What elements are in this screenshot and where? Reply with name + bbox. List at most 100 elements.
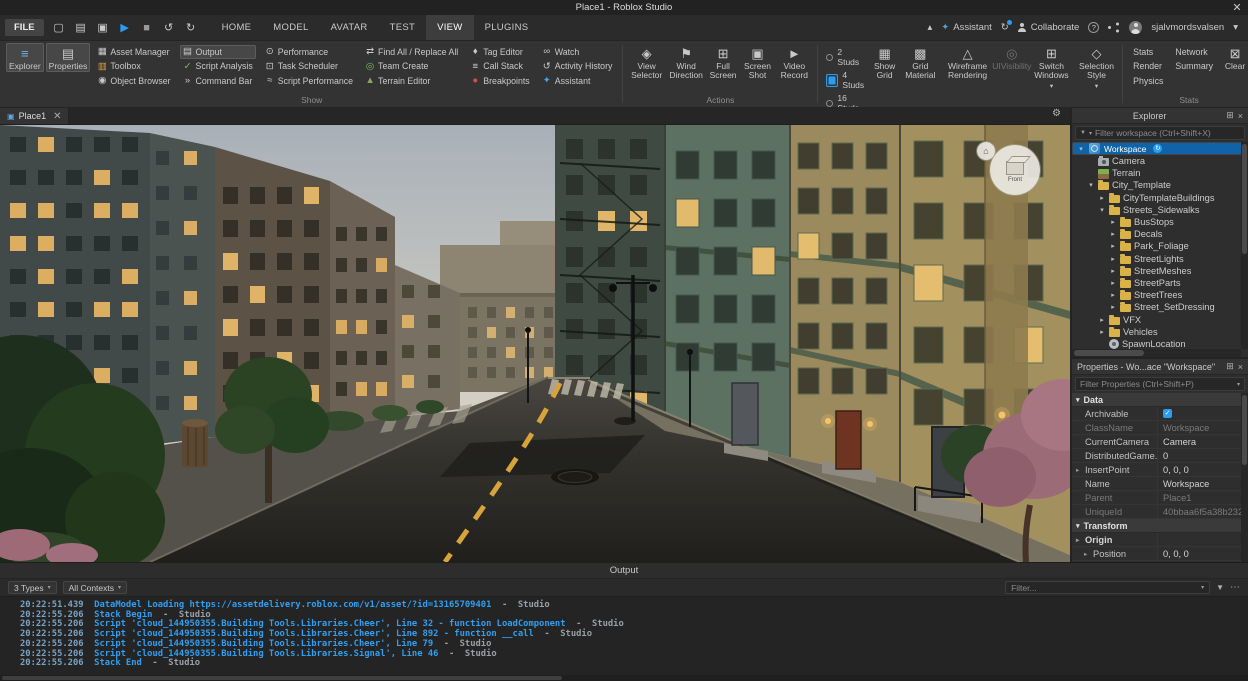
ribbon-button-summary[interactable]: Summary [1172,60,1216,74]
share-icon[interactable] [1108,23,1120,33]
expander-closed-icon[interactable]: ▸ [1109,218,1117,226]
property-row-uniqueid[interactable]: UniqueId40bbaa6f5a38b2320... [1072,505,1248,519]
types-filter-dropdown[interactable]: 3 Types ▾ [8,581,57,594]
radio-4-studs[interactable]: 4 Studs [826,70,864,90]
radio-2-studs[interactable]: 2 Studs [826,47,864,67]
ribbon-button-command-bar[interactable]: »Command Bar [180,74,256,88]
contexts-filter-dropdown[interactable]: All Contexts ▾ [63,581,127,594]
ribbon-button-wireframe-rendering[interactable]: △Wireframe Rendering [941,43,995,82]
expander-closed-icon[interactable]: ▸ [1109,242,1117,250]
menu-tab-model[interactable]: MODEL [262,15,319,40]
output-log[interactable]: 20:22:51.439 DataModel Loading https://a… [0,597,1248,681]
properties-filter[interactable]: ▾ [1075,377,1245,391]
tree-item-camera[interactable]: Camera [1072,155,1248,167]
properties-close-icon[interactable]: × [1238,362,1243,372]
collaborate-button[interactable]: Collaborate [1018,22,1080,33]
tree-item-streetparts[interactable]: ▸StreetParts [1072,277,1248,289]
save-icon[interactable]: ▣ [93,21,113,34]
tree-item-vehicles[interactable]: ▸Vehicles [1072,326,1248,338]
ribbon-button-breakpoints[interactable]: ●Breakpoints [467,74,532,88]
file-menu-button[interactable]: FILE [5,19,44,36]
explorer-popout-icon[interactable]: ⊞ [1226,110,1234,121]
menu-tab-plugins[interactable]: PLUGINS [474,15,540,40]
menu-tab-home[interactable]: HOME [211,15,263,40]
output-funnel-icon[interactable]: ▼ [1216,583,1224,592]
tree-item-street-setdressing[interactable]: ▸Street_SetDressing [1072,301,1248,313]
ribbon-button-script-performance[interactable]: ≈Script Performance [262,74,356,88]
viewport-3d-scene[interactable]: ⌂ Front [0,125,1070,562]
tab-close-icon[interactable]: ✕ [53,111,61,122]
sync-status-button[interactable]: ↻ [1001,22,1009,33]
property-row-name[interactable]: NameWorkspace [1072,477,1248,491]
property-row-insertpoint[interactable]: ▸InsertPoint0, 0, 0 [1072,463,1248,477]
ribbon-button-network[interactable]: Network [1172,45,1216,59]
ribbon-button-script-analysis[interactable]: ✓Script Analysis [180,60,256,74]
ribbon-button-object-browser[interactable]: ◉Object Browser [94,74,173,88]
ribbon-button-switch-windows[interactable]: ⊞Switch Windows▾ [1029,43,1074,91]
property-row-classname[interactable]: ClassNameWorkspace [1072,421,1248,435]
expander-closed-icon[interactable]: ▸ [1098,316,1106,324]
property-row-parent[interactable]: ParentPlace1 [1072,491,1248,505]
help-icon[interactable]: ? [1088,22,1099,33]
ribbon-button-physics[interactable]: Physics [1130,74,1166,88]
ribbon-button-find-all-replace-all[interactable]: ⇄Find All / Replace All [362,45,461,59]
explorer-horizontal-scrollbar[interactable] [1072,349,1241,357]
explorer-close-icon[interactable]: × [1238,111,1243,121]
archivable-checkbox[interactable]: ✓ [1163,409,1172,418]
expander-closed-icon[interactable]: ▸ [1109,279,1117,287]
ribbon-button-stats[interactable]: Stats [1130,45,1166,59]
properties-popout-icon[interactable]: ⊞ [1226,361,1234,372]
document-tab-place1[interactable]: ▣ Place1 ✕ [0,108,69,124]
output-menu-icon[interactable]: ⋯ [1230,582,1240,593]
ribbon-button-team-create[interactable]: ◎Team Create [362,60,461,74]
ribbon-button-tag-editor[interactable]: ♦Tag Editor [467,45,532,59]
expander-closed-icon[interactable]: ▸ [1109,230,1117,238]
ribbon-button-toolbox[interactable]: ▥Toolbox [94,60,173,74]
ribbon-button-view-selector[interactable]: ◈View Selector [628,43,664,82]
output-filter-input[interactable] [1011,583,1201,593]
radio-16-studs[interactable]: 16 Studs [826,93,864,108]
ribbon-button-full-screen[interactable]: ⊞Full Screen [707,43,738,82]
undo-icon[interactable]: ↺ [159,21,179,34]
tree-item-streetmeshes[interactable]: ▸StreetMeshes [1072,265,1248,277]
ribbon-button-asset-manager[interactable]: ▦Asset Manager [94,45,173,59]
expander-closed-icon[interactable]: ▸ [1109,255,1117,263]
property-expander-icon[interactable]: ▸ [1076,466,1083,474]
tree-item-streetlights[interactable]: ▸StreetLights [1072,253,1248,265]
tree-item-busstops[interactable]: ▸BusStops [1072,216,1248,228]
view-selector-cube[interactable]: ⌂ Front [990,145,1040,195]
collapse-ribbon-icon[interactable]: ▴ [927,22,932,33]
expander-closed-icon[interactable]: ▸ [1109,303,1117,311]
menu-tab-avatar[interactable]: AVATAR [320,15,379,40]
ribbon-button-screen-shot[interactable]: ▣Screen Shot [741,43,775,82]
expander-open-icon[interactable]: ▾ [1087,181,1095,189]
menu-tab-test[interactable]: TEST [379,15,426,40]
property-row-archivable[interactable]: Archivable✓ [1072,407,1248,421]
tree-item-city-template[interactable]: ▾City_Template [1072,179,1248,191]
ribbon-button-video-record[interactable]: ►Video Record [776,43,812,82]
new-file-icon[interactable]: ▢ [49,21,69,34]
property-row-currentcamera[interactable]: CurrentCameraCamera [1072,435,1248,449]
explorer-filter[interactable]: ▼ ▾ [1075,126,1245,140]
tree-item-vfx[interactable]: ▸VFX [1072,313,1248,325]
tree-item-terrain[interactable]: Terrain [1072,167,1248,179]
stop-icon[interactable]: ■ [137,22,157,34]
ribbon-button-explorer[interactable]: ≡Explorer [6,43,44,72]
expander-closed-icon[interactable]: ▸ [1098,328,1106,336]
property-section-transform[interactable]: ▾Transform [1072,519,1248,533]
tree-item-streettrees[interactable]: ▸StreetTrees [1072,289,1248,301]
ribbon-button-activity-history[interactable]: ↺Activity History [539,60,616,74]
property-row-distributedgame[interactable]: DistributedGame...0 [1072,449,1248,463]
explorer-vertical-scrollbar[interactable] [1241,142,1248,349]
username[interactable]: sjalvmordsvalsen [1151,22,1224,33]
expander-open-icon[interactable]: ▾ [1077,145,1085,153]
expander-open-icon[interactable]: ▾ [1098,206,1106,214]
expander-closed-icon[interactable]: ▸ [1098,194,1106,202]
ribbon-button-show-grid[interactable]: ▦Show Grid [869,43,900,82]
property-row-position[interactable]: ▸Position0, 0, 0 [1072,547,1248,561]
properties-vertical-scrollbar[interactable] [1241,393,1248,562]
ribbon-button-output[interactable]: ▤Output [180,45,256,59]
window-close-button[interactable]: ✕ [1226,0,1248,15]
account-caret-icon[interactable]: ▾ [1233,22,1238,33]
tree-item-streets-sidewalks[interactable]: ▾Streets_Sidewalks [1072,204,1248,216]
